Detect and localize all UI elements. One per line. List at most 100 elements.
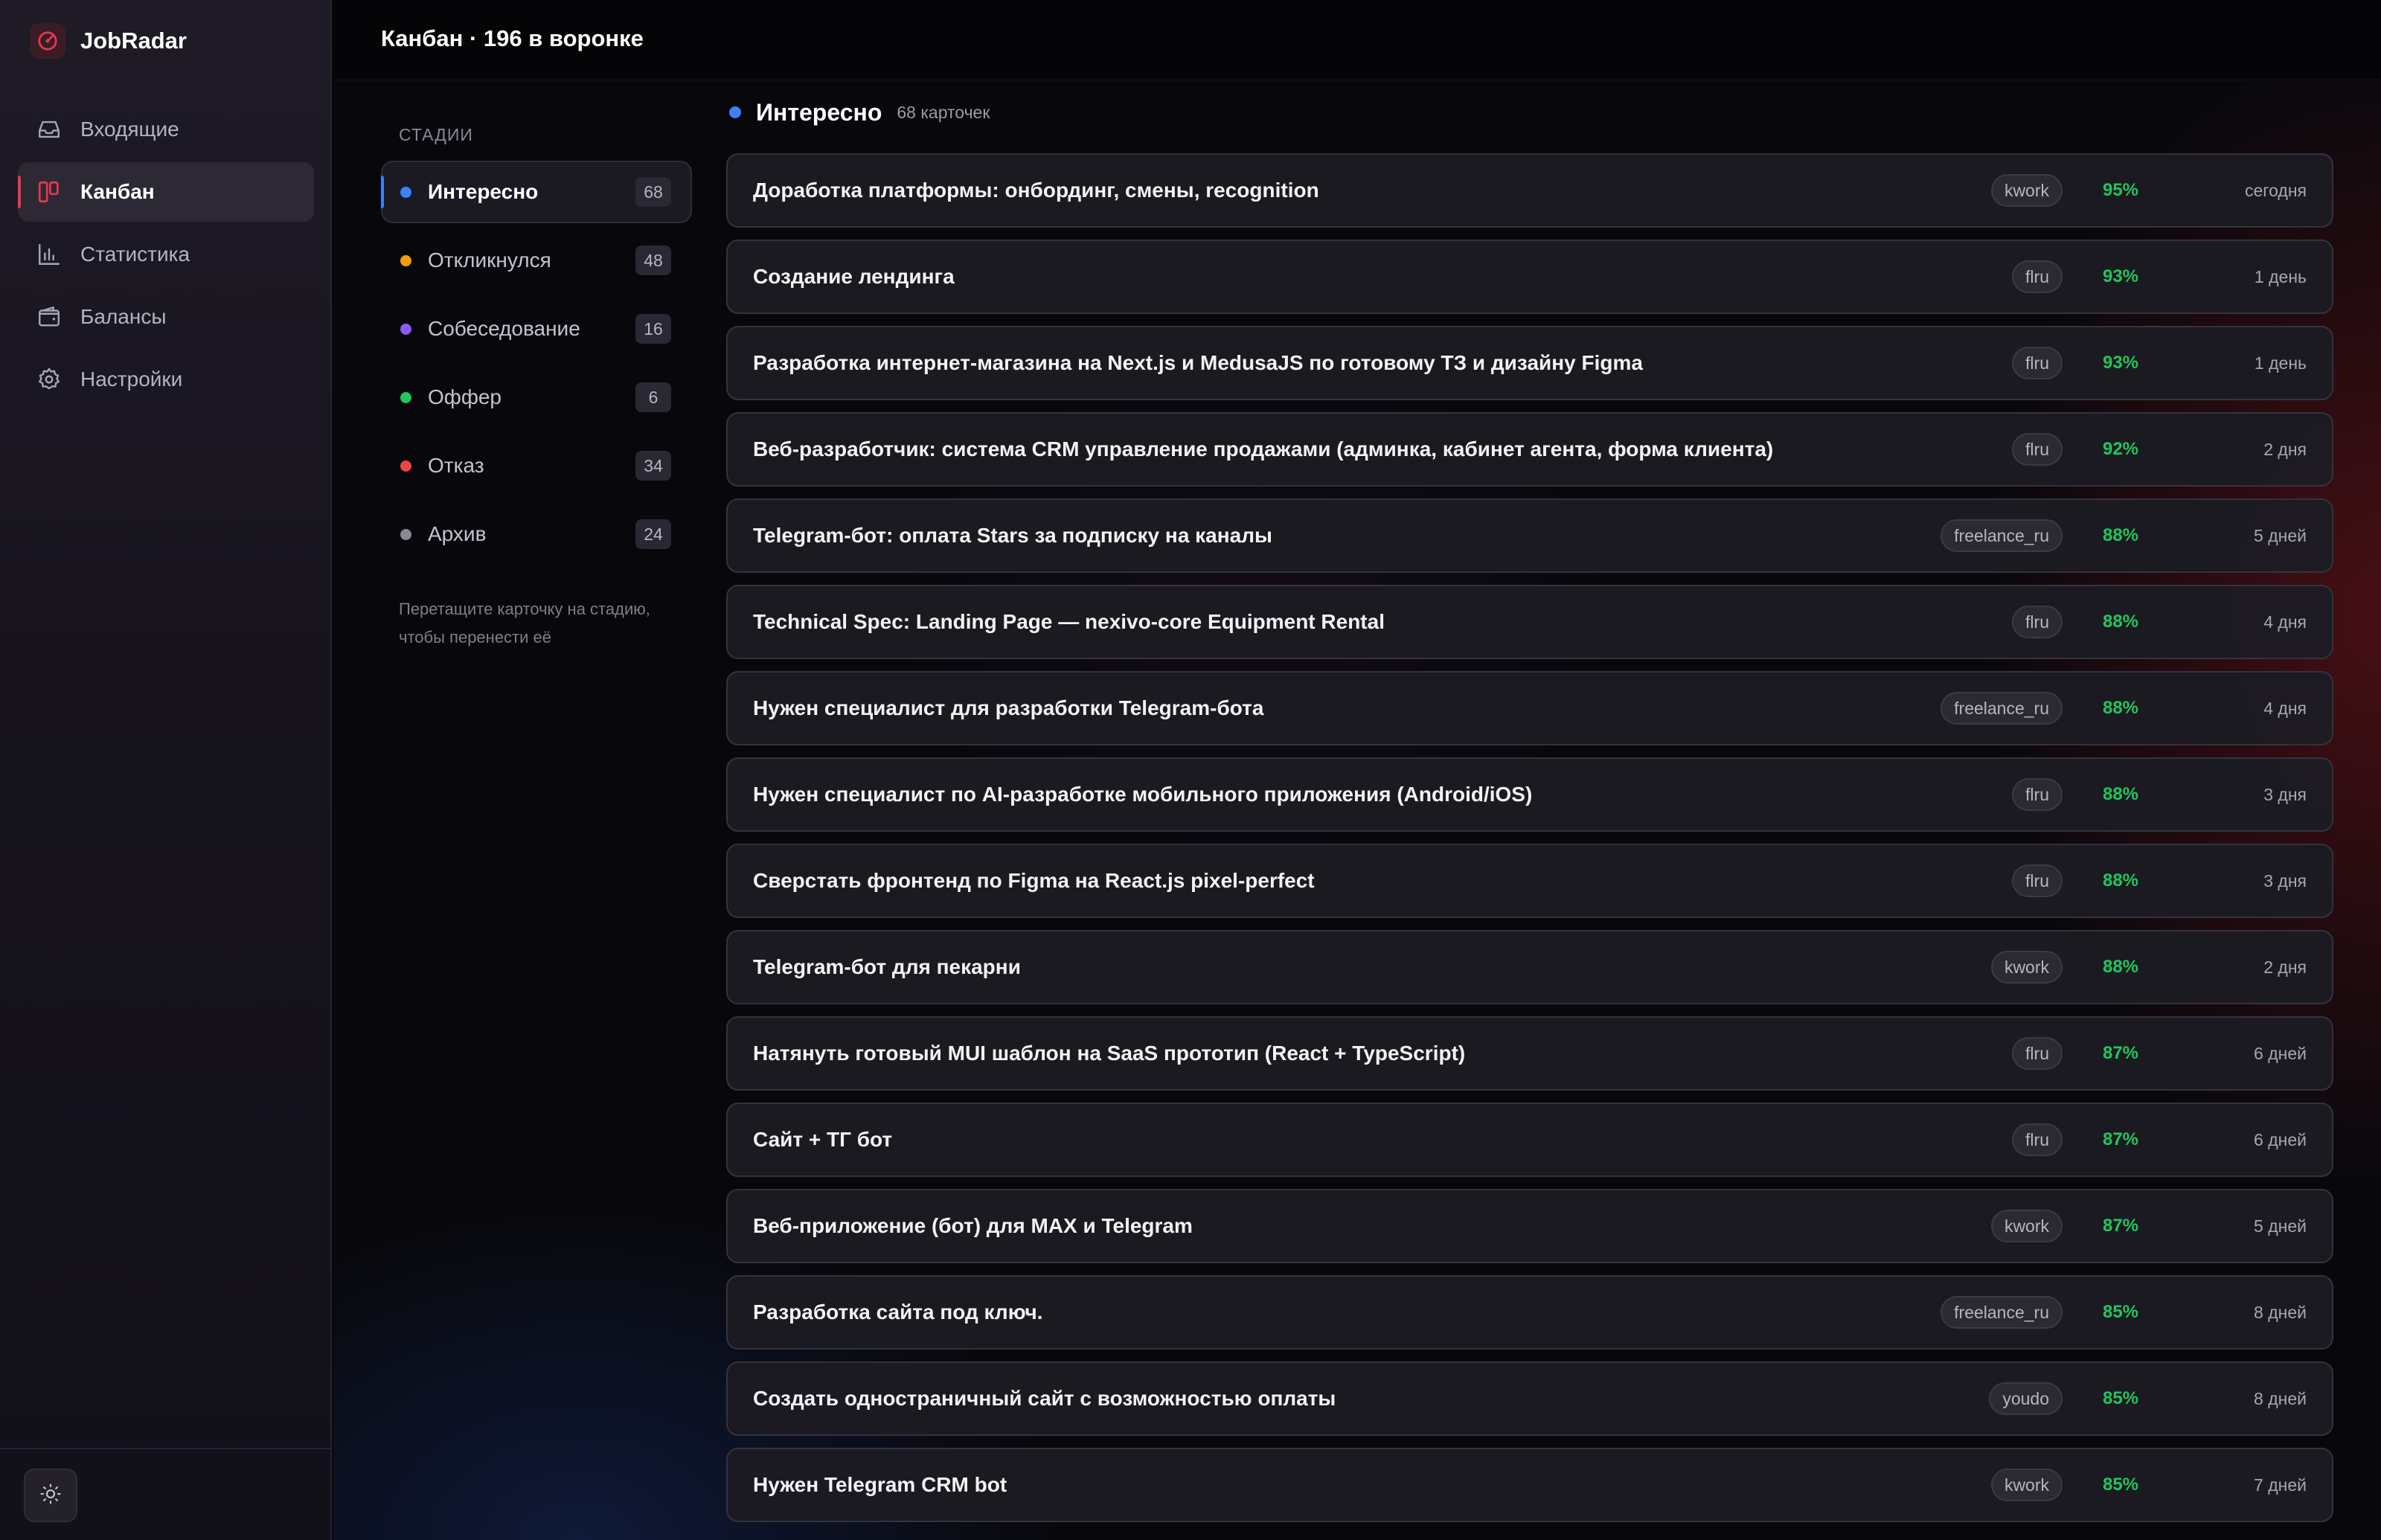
stage-list: Интересно 68 Откликнулся 48 Собеседование 16 О… (381, 161, 692, 565)
nav-item-settings[interactable]: Настройки (18, 350, 314, 409)
stage-count-badge: 34 (635, 451, 671, 481)
nav-label-inbox: Входящие (80, 118, 179, 141)
stage-count-badge: 6 (635, 382, 671, 412)
nav-item-inbox[interactable]: Входящие (18, 100, 314, 159)
stage-item[interactable]: Отказ 34 (381, 434, 692, 497)
posted-time: 5 дней (2254, 1216, 2307, 1236)
job-card[interactable]: Telegram-бот: оплата Stars за подписку н… (726, 498, 2333, 573)
nav-label-balances: Балансы (80, 305, 167, 328)
stage-label: Откликнулся (428, 248, 551, 272)
posted-time: 1 день (2254, 353, 2307, 373)
stages-hint: Перетащите карточку на стадию, чтобы пер… (399, 600, 650, 647)
source-badge: kwork (1990, 174, 2063, 207)
match-score: 93% (2102, 353, 2139, 373)
stage-count-badge: 68 (635, 177, 671, 207)
source-badge: flru (2012, 347, 2063, 379)
stage-dot (400, 254, 411, 266)
job-card-title: Создание лендинга (753, 265, 955, 288)
stages-panel: СТАДИИ Интересно 68 Откликнулся 48 Собеседов… (381, 125, 692, 652)
match-score: 88% (2102, 612, 2139, 632)
job-card[interactable]: Разработка сайта под ключ. freelance_ru 85… (726, 1275, 2333, 1350)
stage-item[interactable]: Архив 24 (381, 503, 692, 565)
job-card-title: Веб-разработчик: система CRM управление … (753, 437, 1774, 461)
match-score: 88% (2102, 870, 2139, 891)
source-badge: freelance_ru (1941, 519, 2063, 552)
job-card-title: Сайт + ТГ бот (753, 1128, 893, 1151)
column-header: Интересно 68 карточек (726, 97, 2333, 128)
job-card[interactable]: Создать одностраничный сайт с возможност… (726, 1361, 2333, 1436)
job-card[interactable]: Веб-разработчик: система CRM управление … (726, 412, 2333, 487)
nav-item-balances[interactable]: Балансы (18, 287, 314, 347)
source-badge: freelance_ru (1941, 1296, 2063, 1329)
posted-time: 2 дня (2263, 957, 2307, 977)
stage-label: Оффер (428, 385, 501, 408)
job-card[interactable]: Нужен специалист для разработки Telegram… (726, 671, 2333, 745)
posted-time: 1 день (2254, 266, 2307, 286)
source-badge: flru (2012, 260, 2063, 293)
kanban-icon (36, 179, 63, 205)
job-card[interactable]: Веб-приложение (бот) для MAX и Telegram k… (726, 1189, 2333, 1263)
stage-item[interactable]: Откликнулся 48 (381, 229, 692, 292)
sun-icon (39, 1483, 62, 1509)
source-badge: youdo (1989, 1382, 2063, 1415)
stage-item[interactable]: Собеседование 16 (381, 298, 692, 360)
job-card-title: Telegram-бот: оплата Stars за подписку н… (753, 524, 1272, 547)
match-score: 95% (2102, 180, 2139, 200)
match-score: 88% (2102, 525, 2139, 545)
source-badge: freelance_ru (1941, 692, 2063, 725)
match-score: 88% (2102, 784, 2139, 804)
job-card[interactable]: Technical Spec: Landing Page — nexivo-co… (726, 585, 2333, 659)
match-score: 87% (2102, 1129, 2139, 1149)
nav-item-stats[interactable]: Статистика (18, 225, 314, 284)
posted-time: 6 дней (2254, 1129, 2307, 1149)
sidebar-nav: Входящие Канбан Статистика Балансы Настр… (18, 100, 314, 412)
brand[interactable]: JobRadar (30, 22, 187, 60)
kanban-column: Интересно 68 карточек Доработка платформ… (726, 97, 2333, 1534)
source-badge: kwork (1990, 1210, 2063, 1242)
job-card-title: Нужен специалист по AI-разработке мобиль… (753, 783, 1533, 806)
posted-time: 7 дней (2254, 1475, 2307, 1495)
stage-dot (400, 323, 411, 335)
stage-item[interactable]: Оффер 6 (381, 366, 692, 429)
gear-icon (36, 366, 63, 393)
job-card[interactable]: Сайт + ТГ бот flru 87% 6 дней (726, 1103, 2333, 1177)
job-card[interactable]: Доработка платформы: онбординг, смены, r… (726, 153, 2333, 228)
stage-item[interactable]: Интересно 68 (381, 161, 692, 223)
column-card-count: 68 карточек (897, 102, 990, 122)
job-card-title: Веб-приложение (бот) для MAX и Telegram (753, 1214, 1193, 1237)
stage-dot (400, 186, 411, 198)
nav-item-kanban[interactable]: Канбан (18, 162, 314, 222)
match-score: 87% (2102, 1043, 2139, 1063)
card-list: Доработка платформы: онбординг, смены, r… (726, 153, 2333, 1522)
job-card[interactable]: Telegram-бот для пекарни kwork 88% 2 дня (726, 930, 2333, 1004)
posted-time: 8 дней (2254, 1302, 2307, 1322)
posted-time: 4 дня (2263, 698, 2307, 718)
bar-chart-icon (36, 241, 63, 268)
posted-time: 4 дня (2263, 612, 2307, 632)
stage-label: Собеседование (428, 317, 580, 340)
posted-time: 6 дней (2254, 1043, 2307, 1063)
match-score: 92% (2102, 439, 2139, 459)
job-card[interactable]: Нужен Telegram CRM bot kwork 85% 7 дней (726, 1448, 2333, 1522)
job-card[interactable]: Нужен специалист по AI-разработке мобиль… (726, 757, 2333, 832)
job-card[interactable]: Сверстать фронтенд по Figma на React.js … (726, 844, 2333, 918)
posted-time: 8 дней (2254, 1388, 2307, 1408)
job-card-title: Разработка сайта под ключ. (753, 1300, 1043, 1324)
match-score: 88% (2102, 698, 2139, 718)
stages-heading: СТАДИИ (399, 125, 473, 144)
nav-label-kanban: Канбан (80, 180, 155, 203)
nav-label-settings: Настройки (80, 368, 183, 391)
column-title: Интересно (756, 98, 882, 126)
stage-label: Архив (428, 522, 487, 545)
job-card-title: Доработка платформы: онбординг, смены, r… (753, 179, 1319, 202)
sidebar-divider (0, 1448, 332, 1449)
match-score: 93% (2102, 266, 2139, 286)
job-card[interactable]: Разработка интернет-магазина на Next.js … (726, 326, 2333, 400)
column-status-dot (729, 106, 741, 118)
job-card[interactable]: Создание лендинга flru 93% 1 день (726, 240, 2333, 314)
job-card[interactable]: Натянуть готовый MUI шаблон на SaaS прот… (726, 1016, 2333, 1091)
nav-label-stats: Статистика (80, 243, 190, 266)
stage-dot (400, 460, 411, 472)
theme-toggle-button[interactable] (24, 1469, 77, 1522)
source-badge: kwork (1990, 951, 2063, 984)
